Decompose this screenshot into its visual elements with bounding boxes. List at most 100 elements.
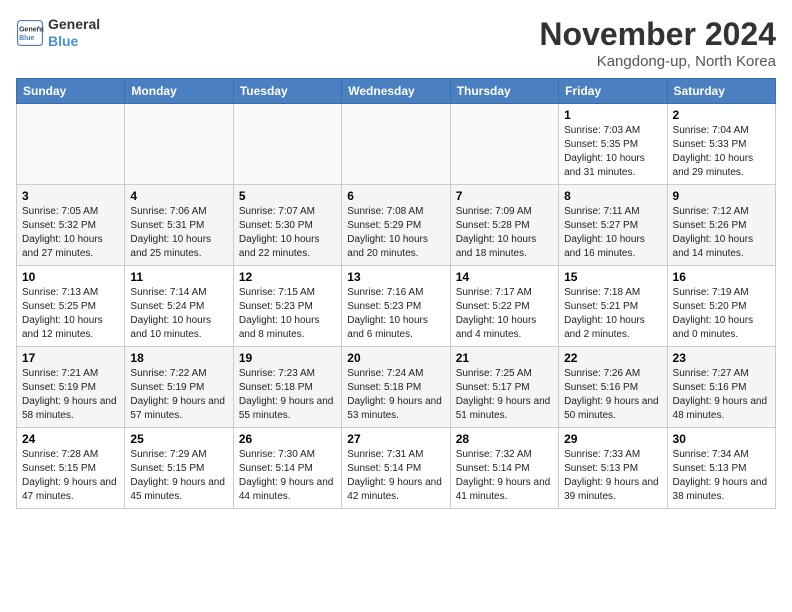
day-number: 16 bbox=[673, 270, 770, 284]
day-number: 8 bbox=[564, 189, 661, 203]
day-info: Sunrise: 7:16 AMSunset: 5:23 PMDaylight:… bbox=[347, 286, 444, 342]
calendar-day-cell: 29Sunrise: 7:33 AMSunset: 5:13 PMDayligh… bbox=[559, 428, 667, 509]
calendar-day-cell bbox=[233, 104, 341, 185]
calendar-header-row: SundayMondayTuesdayWednesdayThursdayFrid… bbox=[17, 79, 776, 104]
calendar-day-header: Monday bbox=[125, 79, 233, 104]
day-info: Sunrise: 7:04 AMSunset: 5:33 PMDaylight:… bbox=[673, 124, 770, 180]
day-info: Sunrise: 7:07 AMSunset: 5:30 PMDaylight:… bbox=[239, 205, 336, 261]
calendar-day-cell: 25 Sunrise: 7:29 AMSunset: 5:15 PMDayligh… bbox=[125, 428, 233, 509]
svg-text:Blue: Blue bbox=[19, 35, 34, 42]
calendar-day-cell bbox=[450, 104, 558, 185]
calendar-day-cell bbox=[17, 104, 125, 185]
day-info: Sunrise: 7:26 AMSunset: 5:16 PMDaylight:… bbox=[564, 367, 661, 423]
day-number: 18 bbox=[130, 351, 227, 365]
day-number: 25 bbox=[130, 432, 227, 446]
day-number: 15 bbox=[564, 270, 661, 284]
calendar-day-cell: 15 Sunrise: 7:18 AMSunset: 5:21 PMDayligh… bbox=[559, 266, 667, 347]
day-info: Sunrise: 7:05 AMSunset: 5:32 PMDaylight:… bbox=[22, 205, 119, 261]
calendar-day-cell: 8 Sunrise: 7:11 AMSunset: 5:27 PMDaylight… bbox=[559, 185, 667, 266]
day-info: Sunrise: 7:14 AMSunset: 5:24 PMDaylight:… bbox=[130, 286, 227, 342]
calendar-day-cell: 21 Sunrise: 7:25 AMSunset: 5:17 PMDayligh… bbox=[450, 347, 558, 428]
calendar-day-cell bbox=[125, 104, 233, 185]
calendar-day-cell: 16Sunrise: 7:19 AMSunset: 5:20 PMDayligh… bbox=[667, 266, 775, 347]
calendar-day-cell: 30Sunrise: 7:34 AMSunset: 5:13 PMDayligh… bbox=[667, 428, 775, 509]
day-info: Sunrise: 7:29 AMSunset: 5:15 PMDaylight:… bbox=[130, 448, 227, 504]
calendar-day-cell: 22 Sunrise: 7:26 AMSunset: 5:16 PMDayligh… bbox=[559, 347, 667, 428]
day-info: Sunrise: 7:30 AMSunset: 5:14 PMDaylight:… bbox=[239, 448, 336, 504]
day-number: 3 bbox=[22, 189, 119, 203]
day-info: Sunrise: 7:34 AMSunset: 5:13 PMDaylight:… bbox=[673, 448, 770, 504]
calendar-day-cell: 23Sunrise: 7:27 AMSunset: 5:16 PMDayligh… bbox=[667, 347, 775, 428]
day-number: 26 bbox=[239, 432, 336, 446]
logo-line2: Blue bbox=[48, 33, 78, 49]
calendar-day-cell: 7Sunrise: 7:09 AMSunset: 5:28 PMDaylight… bbox=[450, 185, 558, 266]
calendar-day-cell: 4 Sunrise: 7:06 AMSunset: 5:31 PMDaylight… bbox=[125, 185, 233, 266]
logo: General Blue General Blue bbox=[16, 16, 100, 50]
day-number: 4 bbox=[130, 189, 227, 203]
day-number: 2 bbox=[673, 108, 770, 122]
month-title: November 2024 bbox=[539, 16, 776, 53]
location: Kangdong-up, North Korea bbox=[539, 53, 776, 70]
day-info: Sunrise: 7:13 AMSunset: 5:25 PMDaylight:… bbox=[22, 286, 119, 342]
calendar-day-header: Thursday bbox=[450, 79, 558, 104]
day-number: 29 bbox=[564, 432, 661, 446]
calendar-day-header: Friday bbox=[559, 79, 667, 104]
calendar-day-cell: 1Sunrise: 7:03 AMSunset: 5:35 PMDaylight… bbox=[559, 104, 667, 185]
day-number: 24 bbox=[22, 432, 119, 446]
day-number: 20 bbox=[347, 351, 444, 365]
calendar-day-cell: 14 Sunrise: 7:17 AMSunset: 5:22 PMDayligh… bbox=[450, 266, 558, 347]
svg-text:General: General bbox=[19, 26, 44, 33]
calendar-day-cell: 26 Sunrise: 7:30 AMSunset: 5:14 PMDayligh… bbox=[233, 428, 341, 509]
calendar-day-cell: 28 Sunrise: 7:32 AMSunset: 5:14 PMDayligh… bbox=[450, 428, 558, 509]
day-number: 19 bbox=[239, 351, 336, 365]
calendar-week-row: 1Sunrise: 7:03 AMSunset: 5:35 PMDaylight… bbox=[17, 104, 776, 185]
calendar-day-cell: 5Sunrise: 7:07 AMSunset: 5:30 PMDaylight… bbox=[233, 185, 341, 266]
day-number: 7 bbox=[456, 189, 553, 203]
day-number: 6 bbox=[347, 189, 444, 203]
calendar-day-cell: 24 Sunrise: 7:28 AMSunset: 5:15 PMDayligh… bbox=[17, 428, 125, 509]
day-number: 23 bbox=[673, 351, 770, 365]
calendar-week-row: 17Sunrise: 7:21 AMSunset: 5:19 PMDayligh… bbox=[17, 347, 776, 428]
calendar-table: SundayMondayTuesdayWednesdayThursdayFrid… bbox=[16, 78, 776, 509]
calendar-day-header: Sunday bbox=[17, 79, 125, 104]
calendar-day-cell: 11 Sunrise: 7:14 AMSunset: 5:24 PMDayligh… bbox=[125, 266, 233, 347]
calendar-day-cell: 17Sunrise: 7:21 AMSunset: 5:19 PMDayligh… bbox=[17, 347, 125, 428]
day-number: 10 bbox=[22, 270, 119, 284]
day-info: Sunrise: 7:11 AMSunset: 5:27 PMDaylight:… bbox=[564, 205, 661, 261]
page-header: General Blue General Blue November 2024 … bbox=[16, 16, 776, 70]
day-number: 28 bbox=[456, 432, 553, 446]
day-info: Sunrise: 7:28 AMSunset: 5:15 PMDaylight:… bbox=[22, 448, 119, 504]
day-number: 14 bbox=[456, 270, 553, 284]
calendar-day-header: Tuesday bbox=[233, 79, 341, 104]
day-info: Sunrise: 7:31 AMSunset: 5:14 PMDaylight:… bbox=[347, 448, 444, 504]
day-info: Sunrise: 7:15 AMSunset: 5:23 PMDaylight:… bbox=[239, 286, 336, 342]
day-number: 1 bbox=[564, 108, 661, 122]
day-info: Sunrise: 7:12 AMSunset: 5:26 PMDaylight:… bbox=[673, 205, 770, 261]
calendar-day-cell: 27 Sunrise: 7:31 AMSunset: 5:14 PMDayligh… bbox=[342, 428, 450, 509]
day-number: 17 bbox=[22, 351, 119, 365]
day-number: 21 bbox=[456, 351, 553, 365]
calendar-day-cell: 12 Sunrise: 7:15 AMSunset: 5:23 PMDayligh… bbox=[233, 266, 341, 347]
day-number: 22 bbox=[564, 351, 661, 365]
day-number: 13 bbox=[347, 270, 444, 284]
logo-icon: General Blue bbox=[16, 19, 44, 47]
calendar-day-cell: 6 Sunrise: 7:08 AMSunset: 5:29 PMDaylight… bbox=[342, 185, 450, 266]
calendar-day-cell: 3 Sunrise: 7:05 AMSunset: 5:32 PMDaylight… bbox=[17, 185, 125, 266]
day-info: Sunrise: 7:24 AMSunset: 5:18 PMDaylight:… bbox=[347, 367, 444, 423]
calendar-day-cell: 10 Sunrise: 7:13 AMSunset: 5:25 PMDayligh… bbox=[17, 266, 125, 347]
calendar-week-row: 10 Sunrise: 7:13 AMSunset: 5:25 PMDayligh… bbox=[17, 266, 776, 347]
day-info: Sunrise: 7:22 AMSunset: 5:19 PMDaylight:… bbox=[130, 367, 227, 423]
day-info: Sunrise: 7:32 AMSunset: 5:14 PMDaylight:… bbox=[456, 448, 553, 504]
calendar-day-cell: 13 Sunrise: 7:16 AMSunset: 5:23 PMDayligh… bbox=[342, 266, 450, 347]
day-info: Sunrise: 7:18 AMSunset: 5:21 PMDaylight:… bbox=[564, 286, 661, 342]
day-number: 12 bbox=[239, 270, 336, 284]
day-info: Sunrise: 7:17 AMSunset: 5:22 PMDaylight:… bbox=[456, 286, 553, 342]
day-info: Sunrise: 7:23 AMSunset: 5:18 PMDaylight:… bbox=[239, 367, 336, 423]
day-info: Sunrise: 7:08 AMSunset: 5:29 PMDaylight:… bbox=[347, 205, 444, 261]
day-info: Sunrise: 7:25 AMSunset: 5:17 PMDaylight:… bbox=[456, 367, 553, 423]
day-number: 27 bbox=[347, 432, 444, 446]
day-number: 11 bbox=[130, 270, 227, 284]
calendar-day-header: Saturday bbox=[667, 79, 775, 104]
day-info: Sunrise: 7:06 AMSunset: 5:31 PMDaylight:… bbox=[130, 205, 227, 261]
calendar-day-cell: 18 Sunrise: 7:22 AMSunset: 5:19 PMDayligh… bbox=[125, 347, 233, 428]
